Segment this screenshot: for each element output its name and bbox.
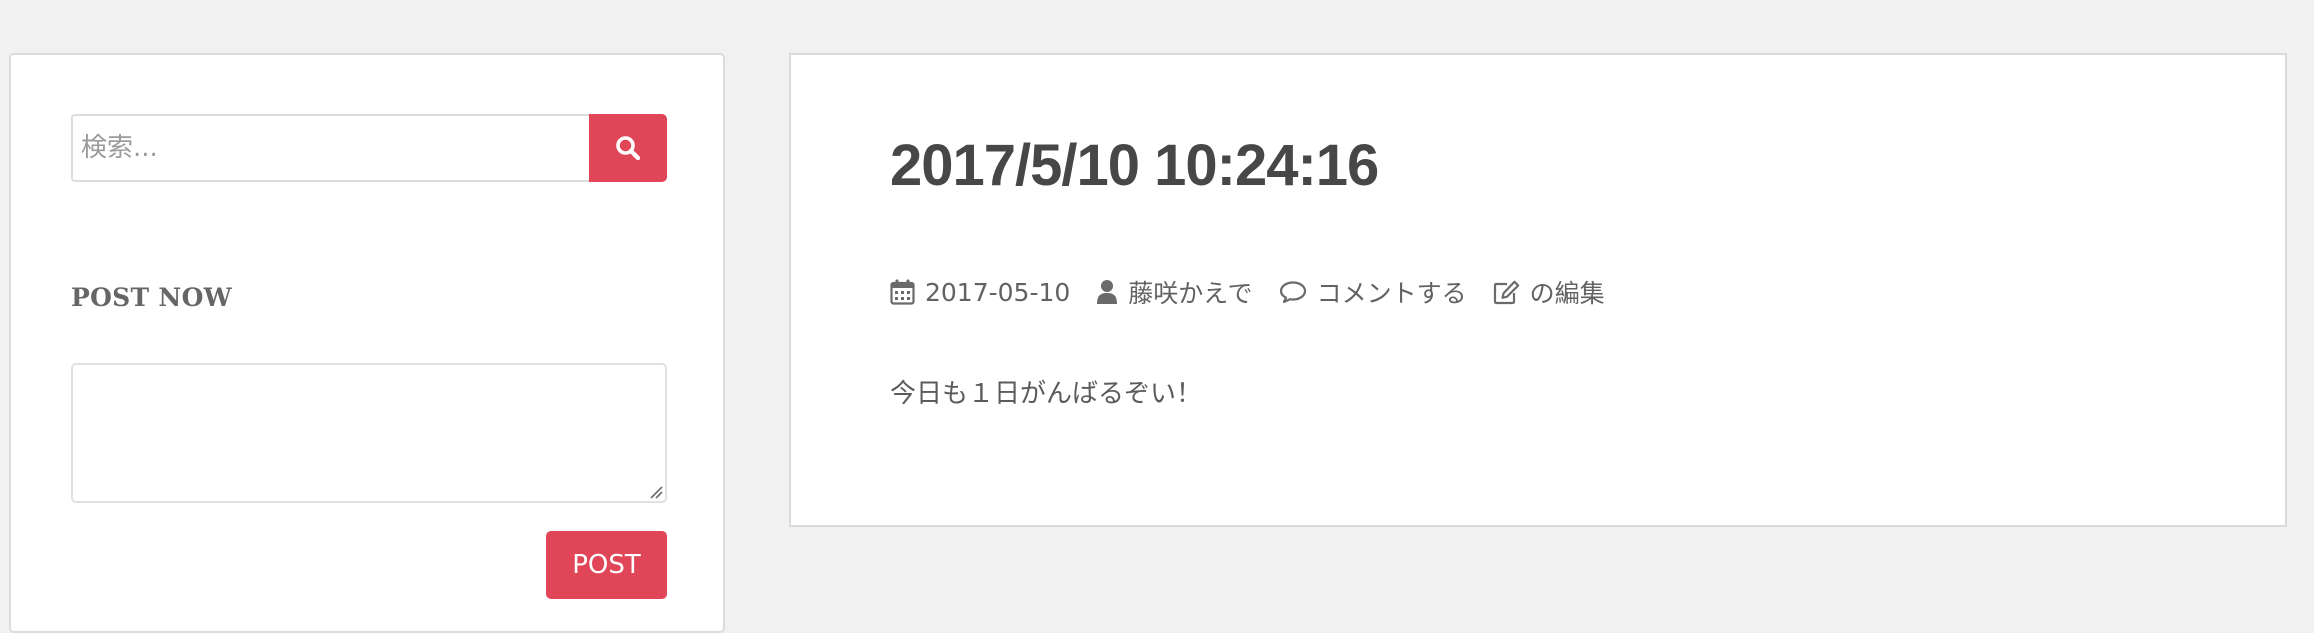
edit-link[interactable]: の編集 bbox=[1530, 274, 1605, 310]
meta-author: 藤咲かえで bbox=[1096, 274, 1253, 310]
author-link[interactable]: 藤咲かえで bbox=[1128, 274, 1252, 310]
resize-grip-icon[interactable] bbox=[649, 485, 663, 499]
entry-meta: 2017-05-10 藤咲かえで コメントする の編集 bbox=[890, 272, 1631, 312]
comment-icon bbox=[1279, 281, 1306, 304]
search-icon bbox=[616, 136, 641, 161]
meta-edit: の編集 bbox=[1493, 274, 1605, 310]
post-now-title: POST NOW bbox=[71, 283, 233, 312]
meta-date: 2017-05-10 bbox=[890, 278, 1070, 307]
entry-title[interactable]: 2017/5/10 10:24:16 bbox=[890, 137, 1379, 195]
search-button[interactable] bbox=[589, 114, 667, 182]
post-textarea[interactable] bbox=[71, 363, 667, 503]
date-link[interactable]: 2017-05-10 bbox=[925, 278, 1070, 307]
comment-link[interactable]: コメントする bbox=[1317, 274, 1467, 310]
search-input[interactable] bbox=[71, 114, 589, 182]
search-form bbox=[71, 114, 667, 182]
edit-icon bbox=[1493, 280, 1519, 304]
entry-content: 今日も１日がんばるぞい！ bbox=[890, 379, 1203, 409]
user-icon bbox=[1097, 280, 1118, 304]
article-card: 2017/5/10 10:24:16 2017-05-10 藤咲かえで コメント… bbox=[789, 53, 2287, 527]
calendar-icon bbox=[890, 279, 915, 305]
sidebar: POST NOW POST bbox=[9, 53, 725, 633]
post-button[interactable]: POST bbox=[546, 531, 667, 599]
meta-comments: コメントする bbox=[1279, 274, 1467, 310]
